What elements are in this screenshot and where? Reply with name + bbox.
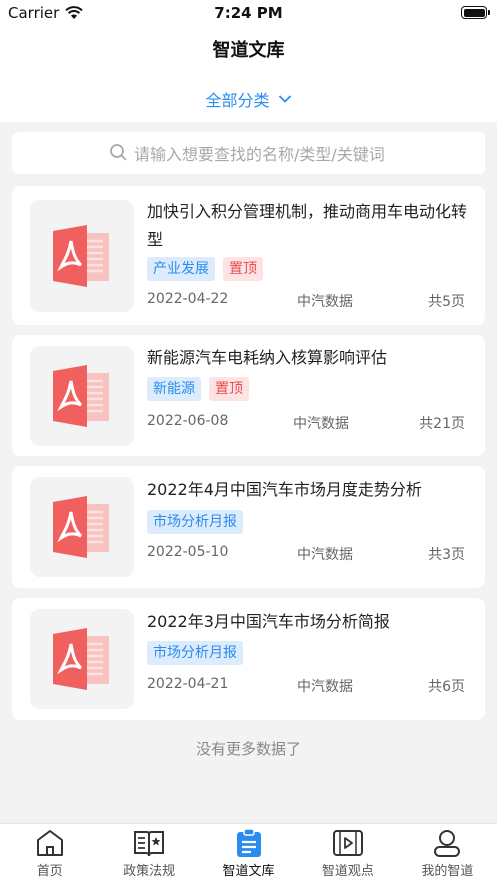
document-title: 加快引入积分管理机制，推动商用车电动化转型 — [147, 202, 468, 249]
tag-list: 市场分析月报 — [147, 641, 243, 665]
policy-book-icon — [134, 831, 165, 857]
search-icon — [110, 144, 127, 161]
chevron-down-icon — [278, 95, 291, 103]
document-card[interactable]: 新能源汽车电耗纳入核算影响评估 新能源 置顶 2022-06-08 中汽数据 共… — [12, 335, 485, 456]
search-input[interactable]: 请输入想要查找的名称/类型/关键词 — [12, 132, 485, 174]
category-tag: 新能源 — [147, 377, 201, 401]
document-pages: 共6页 — [428, 679, 465, 695]
pinned-tag: 置顶 — [209, 377, 249, 401]
status-time: 7:24 PM — [214, 4, 283, 22]
library-doc-icon — [236, 828, 261, 857]
document-date: 2022-06-08 — [147, 413, 229, 429]
document-pages: 共21页 — [419, 416, 465, 432]
document-pages: 共3页 — [428, 547, 465, 563]
category-tag: 市场分析月报 — [147, 510, 243, 534]
tab-label: 首页 — [36, 864, 63, 879]
home-icon — [36, 830, 63, 856]
category-tag: 产业发展 — [147, 257, 215, 281]
tab-viewpoint[interactable]: 智道观点 — [298, 824, 397, 883]
page-title: 智道文库 — [0, 26, 497, 76]
status-bar: Carrier 7:24 PM — [0, 0, 497, 26]
pinned-tag: 置顶 — [223, 257, 263, 281]
tag-list: 市场分析月报 — [147, 510, 243, 534]
tag-list: 新能源 置顶 — [147, 377, 249, 401]
document-date: 2022-05-10 — [147, 544, 229, 560]
category-filter-label: 全部分类 — [205, 91, 270, 110]
document-pages: 共5页 — [428, 294, 465, 310]
video-play-icon — [332, 830, 363, 856]
tab-label: 政策法规 — [123, 864, 176, 879]
document-title: 新能源汽车电耗纳入核算影响评估 — [147, 348, 388, 367]
document-title: 2022年3月中国汽车市场分析简报 — [147, 612, 390, 631]
tab-home[interactable]: 首页 — [0, 824, 99, 883]
category-filter[interactable]: 全部分类 — [0, 76, 497, 122]
bottom-tab-bar: 首页 政策法规 智道文库 智道观点 我的智道 — [0, 823, 497, 883]
pdf-icon — [30, 346, 134, 446]
tab-profile[interactable]: 我的智道 — [398, 824, 497, 883]
document-source: 中汽数据 — [297, 294, 353, 310]
user-icon — [434, 830, 461, 857]
pdf-icon — [30, 477, 134, 577]
tab-policy[interactable]: 政策法规 — [99, 824, 198, 883]
document-date: 2022-04-21 — [147, 676, 229, 692]
document-source: 中汽数据 — [297, 679, 353, 695]
pdf-icon — [30, 200, 134, 312]
document-source: 中汽数据 — [293, 416, 349, 432]
tab-label: 我的智道 — [421, 864, 474, 879]
tab-label: 智道观点 — [321, 864, 374, 879]
battery-icon — [461, 6, 490, 19]
document-title: 2022年4月中国汽车市场月度走势分析 — [147, 480, 422, 499]
tab-label: 智道文库 — [222, 864, 275, 879]
document-card[interactable]: 加快引入积分管理机制，推动商用车电动化转型 产业发展 置顶 2022-04-22… — [12, 186, 485, 325]
document-source: 中汽数据 — [297, 547, 353, 563]
tab-library[interactable]: 智道文库 — [199, 824, 298, 883]
no-more-data-text: 没有更多数据了 — [195, 740, 301, 758]
search-placeholder: 请输入想要查找的名称/类型/关键词 — [134, 145, 385, 164]
document-date: 2022-04-22 — [147, 291, 229, 307]
category-tag: 市场分析月报 — [147, 641, 243, 665]
tag-list: 产业发展 置顶 — [147, 257, 263, 281]
document-card[interactable]: 2022年4月中国汽车市场月度走势分析 市场分析月报 2022-05-10 中汽… — [12, 466, 485, 588]
pdf-icon — [30, 609, 134, 709]
document-card[interactable]: 2022年3月中国汽车市场分析简报 市场分析月报 2022-04-21 中汽数据… — [12, 598, 485, 720]
